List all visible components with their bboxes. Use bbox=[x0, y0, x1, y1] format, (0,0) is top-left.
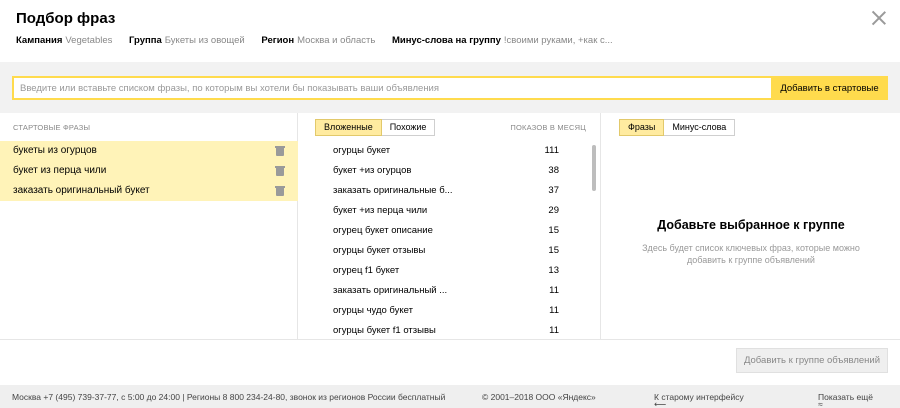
trash-icon[interactable] bbox=[275, 146, 285, 156]
meta-value-region: Москва и область bbox=[297, 35, 376, 46]
suggestion-phrase: огурцы букет bbox=[333, 145, 391, 156]
suggestion-row[interactable]: огурец f1 букет 13 bbox=[299, 261, 600, 281]
suggestion-row[interactable]: заказать оригинальные б... 37 bbox=[299, 181, 600, 201]
suggestion-phrase: букет +из огурцов bbox=[333, 165, 412, 176]
suggestion-phrase: огурцы чудо букет bbox=[333, 305, 413, 316]
footer: Москва +7 (495) 739-37-77, с 5:00 до 24:… bbox=[0, 385, 900, 408]
start-phrase-text: букет из перца чили bbox=[13, 165, 107, 176]
meta-value-campaign: Vegetables bbox=[65, 35, 113, 46]
suggestion-phrase: букет +из перца чили bbox=[333, 205, 428, 216]
suggestion-count: 11 bbox=[549, 305, 559, 316]
tab-phrases[interactable]: Фразы bbox=[619, 119, 665, 136]
tab-nested[interactable]: Вложенные bbox=[315, 119, 382, 136]
suggestions-tabs: Вложенные Похожие bbox=[315, 119, 436, 136]
suggestion-phrase: заказать оригинальный ... bbox=[333, 285, 448, 296]
double-chevron-up-icon: ≈ bbox=[818, 399, 823, 408]
meta-key-region: Регион bbox=[261, 35, 295, 46]
start-phrase-item[interactable]: заказать оригинальный букет bbox=[0, 181, 298, 201]
suggestion-count: 29 bbox=[548, 205, 559, 216]
meta-value-minus-words: !своими руками, +как с... bbox=[503, 35, 613, 46]
meta-key-group: Группа bbox=[129, 35, 162, 46]
impressions-heading: ПОКАЗОВ В МЕСЯЦ bbox=[510, 123, 586, 132]
tab-minus-words[interactable]: Минус-слова bbox=[664, 119, 736, 136]
start-phrases-heading: СТАРТОВЫЕ ФРАЗЫ bbox=[13, 123, 91, 132]
phrase-input[interactable] bbox=[12, 76, 772, 100]
start-phrase-text: заказать оригинальный букет bbox=[13, 185, 150, 196]
start-phrases-list: букеты из огурцов букет из перца чили за… bbox=[0, 141, 298, 201]
old-interface-link[interactable]: ⟵ К старому интерфейсу bbox=[654, 392, 744, 408]
close-icon[interactable] bbox=[872, 11, 886, 25]
footer-contacts: Москва +7 (495) 739-37-77, с 5:00 до 24:… bbox=[12, 392, 446, 402]
suggestion-row[interactable]: огурцы букет 111 bbox=[299, 141, 600, 161]
suggestion-count: 15 bbox=[548, 225, 559, 236]
start-phrase-item[interactable]: букет из перца чили bbox=[0, 161, 298, 181]
empty-state-title: Добавьте выбранное к группе bbox=[657, 218, 845, 232]
suggestion-row[interactable]: букет +из огурцов 38 bbox=[299, 161, 600, 181]
suggestions-panel: Вложенные Похожие ПОКАЗОВ В МЕСЯЦ огурцы… bbox=[299, 113, 601, 339]
tab-similar[interactable]: Похожие bbox=[381, 119, 436, 136]
show-more-link[interactable]: ≈ Показать ещё bbox=[818, 392, 873, 408]
suggestion-count: 11 bbox=[549, 285, 559, 296]
footer-copyright: © 2001–2018 ООО «Яндекс» bbox=[482, 392, 596, 402]
add-to-group-button[interactable]: Добавить к группе объявлений bbox=[736, 348, 888, 373]
meta-key-campaign: Кампания bbox=[16, 35, 63, 46]
suggestion-count: 111 bbox=[544, 145, 559, 156]
empty-state-text: Здесь будет список ключевых фраз, которы… bbox=[642, 243, 860, 265]
suggestion-count: 37 bbox=[548, 185, 559, 196]
trash-icon[interactable] bbox=[275, 186, 285, 196]
suggestion-row[interactable]: огурцы чудо букет 11 bbox=[299, 301, 600, 321]
suggestion-row[interactable]: заказать оригинальный ... 11 bbox=[299, 281, 600, 301]
suggestion-phrase: огурец f1 букет bbox=[333, 265, 400, 276]
suggestion-row[interactable]: огурцы букет f1 отзывы 11 bbox=[299, 321, 600, 339]
suggestion-phrase: огурцы букет отзывы bbox=[333, 245, 426, 256]
suggestion-count: 15 bbox=[548, 245, 559, 256]
campaign-meta: Кампания Vegetables Группа Букеты из овоще… bbox=[16, 35, 627, 46]
trash-icon[interactable] bbox=[275, 166, 285, 176]
start-phrases-panel: СТАРТОВЫЕ ФРАЗЫ букеты из огурцов букет … bbox=[0, 113, 298, 339]
meta-value-group: Букеты из овощей bbox=[164, 35, 245, 46]
suggestion-row[interactable]: огурцы букет отзывы 15 bbox=[299, 241, 600, 261]
suggestion-phrase: огурцы букет f1 отзывы bbox=[333, 325, 436, 336]
show-more-label: Показать ещё bbox=[818, 392, 873, 402]
suggestions-list: огурцы букет 111 букет +из огурцов 38 зака… bbox=[299, 141, 600, 339]
add-to-start-button[interactable]: Добавить в стартовые bbox=[771, 76, 888, 100]
modal-header: Подбор фраз Кампания Vegetables Группа Бук… bbox=[0, 0, 900, 62]
suggestion-count: 11 bbox=[549, 325, 559, 336]
phrase-input-bar: Добавить в стартовые bbox=[0, 62, 900, 113]
suggestion-row[interactable]: букет +из перца чили 29 bbox=[299, 201, 600, 221]
suggestions-scrollbar[interactable] bbox=[592, 145, 596, 191]
suggestion-row[interactable]: огурец букет описание 15 bbox=[299, 221, 600, 241]
page-title: Подбор фраз bbox=[16, 10, 116, 27]
phrase-picker-modal: Подбор фраз Кампания Vegetables Группа Бук… bbox=[0, 0, 900, 408]
suggestion-count: 38 bbox=[548, 165, 559, 176]
group-tabs: Фразы Минус-слова bbox=[619, 119, 736, 136]
suggestion-phrase: заказать оригинальные б... bbox=[333, 185, 453, 196]
group-panel: Фразы Минус-слова Добавьте выбранное к г… bbox=[602, 113, 900, 339]
meta-key-minus-words: Минус-слова на группу bbox=[391, 35, 501, 46]
suggestion-count: 13 bbox=[548, 265, 559, 276]
old-interface-label: К старому интерфейсу bbox=[654, 392, 744, 402]
arrow-left-icon: ⟵ bbox=[654, 399, 667, 408]
suggestion-phrase: огурец букет описание bbox=[333, 225, 433, 236]
action-bar: Добавить к группе объявлений bbox=[0, 339, 900, 385]
start-phrase-item[interactable]: букеты из огурцов bbox=[0, 141, 298, 161]
start-phrase-text: букеты из огурцов bbox=[13, 145, 97, 156]
